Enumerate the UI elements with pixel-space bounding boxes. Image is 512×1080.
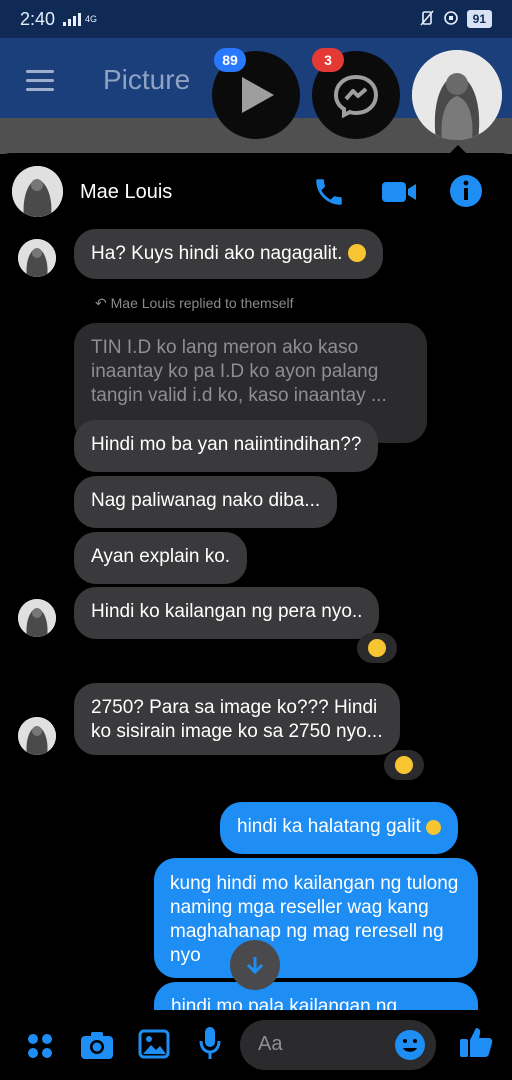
arrow-down-icon (246, 957, 264, 975)
scroll-to-bottom-button[interactable] (230, 940, 280, 990)
video-call-icon[interactable] (380, 177, 418, 212)
message-bubble[interactable]: Ayan explain ko. (74, 532, 248, 584)
rolling-laughing-emoji-icon (347, 244, 366, 262)
vibrate-icon (419, 9, 435, 29)
reply-indicator: ↶ Mae Louis replied to themself (95, 295, 294, 312)
sender-avatar (18, 717, 56, 755)
reaction-badge[interactable] (384, 750, 424, 780)
network-type: 4G (85, 14, 98, 24)
message-text: Hindi ko kailangan ng pera nyo.. (91, 601, 363, 622)
battery-indicator: 91 (466, 10, 492, 28)
thumbs-up-icon[interactable] (458, 1024, 494, 1065)
messenger-chat-head[interactable]: 3 (312, 48, 400, 139)
youtube-chat-head[interactable]: 89 (212, 48, 300, 139)
phone-call-icon[interactable] (312, 175, 346, 214)
signal-icon (63, 12, 82, 26)
message-text: Ayan explain ko. (91, 546, 231, 567)
message-input-container[interactable] (240, 1020, 436, 1070)
status-time: 2:40 (20, 8, 56, 29)
reply-note-text: Mae Louis replied to themself (110, 295, 294, 311)
message-input[interactable] (256, 1032, 380, 1057)
message-text-line: 2750? Para sa image ko??? Hindi (91, 697, 378, 718)
messenger-badge: 3 (312, 48, 344, 72)
message-text: Hindi mo ba yan naiintindihan?? (91, 434, 362, 455)
youtube-badge: 89 (214, 48, 246, 72)
message-bubble[interactable]: Hindi mo ba yan naiintindihan?? (74, 420, 379, 472)
microphone-icon[interactable] (198, 1026, 222, 1065)
message-bubble[interactable]: Hindi ko kailangan ng pera nyo.. (74, 587, 380, 639)
message-composer (0, 1010, 512, 1080)
more-apps-icon[interactable] (26, 1032, 54, 1065)
app-title: Picture (103, 64, 191, 95)
laughing-emoji-icon (368, 639, 386, 657)
status-bar: 2:40 4G 91 (0, 0, 512, 38)
contact-avatar[interactable] (12, 166, 63, 217)
info-icon[interactable] (449, 174, 483, 213)
chat-header: Mae Louis (0, 153, 512, 225)
menu-icon[interactable] (26, 70, 54, 97)
message-bubble[interactable]: Nag paliwanag nako diba... (74, 476, 338, 528)
alarm-icon (443, 10, 459, 29)
reaction-badge[interactable] (357, 633, 397, 663)
sender-avatar (18, 239, 56, 277)
contact-chat-head-avatar[interactable] (412, 50, 502, 140)
reply-arrow-icon: ↶ (95, 295, 107, 311)
message-list[interactable]: Ha? Kuys hindi ako nagagalit. ↶ Mae Loui… (0, 225, 512, 1010)
message-bubble[interactable]: 2750? Para sa image ko??? Hindi ko sisir… (74, 683, 400, 755)
message-text-line: ko sisirain image ko sa 2750 nyo... (91, 721, 383, 742)
outgoing-message-bubble[interactable]: kung hindi mo kailangan ng tulong naming… (154, 858, 478, 978)
message-text: hindi ka halatang galit (237, 816, 421, 837)
emoji-picker-icon[interactable] (394, 1029, 426, 1066)
gallery-icon[interactable] (138, 1028, 170, 1065)
camera-icon[interactable] (80, 1030, 114, 1065)
message-text: Ha? Kuys hindi ako nagagalit. (91, 243, 343, 264)
outgoing-message-bubble[interactable]: hindi ka halatang galit (220, 802, 459, 854)
message-text: Nag paliwanag nako diba... (91, 490, 321, 511)
outgoing-message-bubble[interactable]: hindi mo pala kailangan ng (154, 982, 478, 1010)
message-bubble[interactable]: Ha? Kuys hindi ako nagagalit. (74, 229, 383, 279)
chat-panel: Mae Louis Ha? Kuys hindi ako nagagalit. … (0, 153, 512, 1080)
contact-name[interactable]: Mae Louis (80, 181, 172, 204)
sender-avatar (18, 599, 56, 637)
message-text: hindi mo pala kailangan ng (171, 996, 398, 1010)
laughing-emoji-icon (426, 820, 442, 835)
laughing-emoji-icon (395, 756, 413, 774)
